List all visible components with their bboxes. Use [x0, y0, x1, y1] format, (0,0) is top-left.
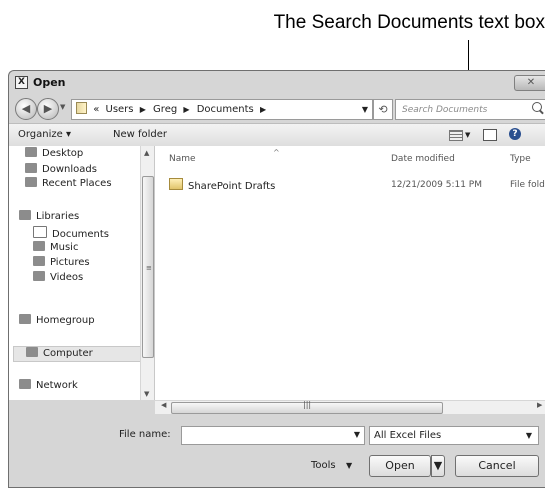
breadcrumb-users[interactable]: Users [106, 100, 134, 119]
new-folder-button[interactable]: New folder [113, 124, 167, 146]
network-icon [19, 379, 31, 389]
chevron-down-icon[interactable]: ▼ [354, 430, 360, 439]
preview-pane-icon[interactable] [483, 129, 497, 141]
music-icon [33, 241, 45, 251]
recent-places-icon [25, 177, 37, 187]
command-bar: Organize ▾ New folder ▼ ? [9, 123, 545, 147]
back-button[interactable]: ◀ [15, 98, 37, 120]
window-title: Open [33, 76, 66, 89]
downloads-icon [25, 163, 37, 173]
grip-icon: ≡ [146, 264, 152, 272]
refresh-button[interactable]: ⟲ [373, 99, 393, 120]
column-header-name[interactable]: Name [169, 154, 196, 164]
chevron-right-icon[interactable]: ▶ [140, 100, 146, 119]
search-input[interactable] [400, 102, 524, 118]
nav-item-downloads[interactable]: Downloads [25, 163, 97, 177]
nav-item-music[interactable]: Music [33, 241, 78, 255]
nav-item-libraries[interactable]: Libraries [19, 210, 79, 224]
desktop-icon [25, 147, 37, 157]
file-type-filter-value: All Excel Files [374, 430, 442, 441]
chevron-right-icon[interactable]: ▶ [183, 100, 189, 119]
breadcrumb-documents[interactable]: Documents [197, 100, 254, 119]
nav-item-pictures[interactable]: Pictures [33, 256, 90, 270]
help-icon[interactable]: ? [509, 128, 521, 140]
file-name-combobox[interactable]: ▼ [181, 426, 365, 448]
file-name-label: File name: [119, 429, 171, 440]
chevron-right-icon[interactable]: ▶ [260, 100, 266, 119]
forward-button[interactable]: ▶ [37, 98, 59, 120]
nav-pane-scrollbar[interactable]: ▲ ≡ ▼ [140, 146, 154, 400]
column-header-type[interactable]: Type [510, 154, 531, 164]
close-button[interactable]: ✕ [514, 75, 545, 91]
cancel-button[interactable]: Cancel [455, 455, 539, 477]
address-bar[interactable]: « Users ▶ Greg ▶ Documents ▶ ▼ [71, 99, 373, 120]
column-header-date-modified[interactable]: Date modified [391, 154, 455, 164]
file-name-input[interactable] [184, 431, 348, 448]
grip-icon: ||| [303, 400, 312, 409]
nav-item-videos[interactable]: Videos [33, 271, 83, 285]
folder-icon [76, 102, 87, 114]
pictures-icon [33, 256, 45, 266]
computer-icon [26, 347, 38, 357]
horizontal-scrollbar[interactable]: ◀ ||| ▶ [155, 400, 545, 414]
file-row[interactable]: SharePoint Drafts 12/21/2009 5:11 PM Fil… [169, 178, 545, 192]
file-type-filter-select[interactable]: All Excel Files ▼ [369, 426, 539, 445]
documents-icon [33, 226, 47, 238]
scroll-down-icon[interactable]: ▼ [144, 390, 149, 398]
folder-icon [169, 178, 183, 190]
file-type: File folder [510, 180, 545, 190]
scroll-up-icon[interactable]: ▲ [144, 149, 149, 157]
open-options-dropdown[interactable]: ▼ [431, 455, 445, 477]
search-box[interactable] [395, 99, 545, 120]
nav-item-computer[interactable]: Computer [13, 346, 155, 362]
view-dropdown-icon[interactable]: ▼ [465, 124, 470, 146]
scroll-left-icon[interactable]: ◀ [161, 401, 166, 409]
videos-icon [33, 271, 45, 281]
nav-item-network[interactable]: Network [19, 379, 78, 393]
excel-icon: X [15, 76, 28, 89]
title-bar: X Open ✕ [9, 71, 545, 95]
callout-label: The Search Documents text box [273, 12, 545, 33]
open-button[interactable]: Open [369, 455, 431, 477]
breadcrumb-greg[interactable]: Greg [153, 100, 177, 119]
nav-item-desktop[interactable]: Desktop [25, 147, 83, 161]
libraries-icon [19, 210, 31, 220]
search-icon[interactable] [532, 102, 542, 112]
recent-locations-dropdown-icon[interactable]: ▼ [60, 103, 65, 111]
sort-caret-icon: ^ [273, 148, 280, 157]
navigation-pane: Desktop Downloads Recent Places Librarie… [9, 146, 155, 400]
chevron-down-icon[interactable]: ▼ [362, 100, 368, 119]
file-name: SharePoint Drafts [188, 181, 276, 192]
file-date: 12/21/2009 5:11 PM [391, 180, 482, 190]
breadcrumb-overflow[interactable]: « [93, 100, 99, 119]
tools-dropdown-icon[interactable]: ▼ [346, 461, 352, 470]
open-dialog: X Open ✕ ◀ ▶ ▼ « Users ▶ Greg ▶ Document… [8, 70, 545, 488]
change-view-icon[interactable] [449, 130, 463, 141]
chevron-down-icon[interactable]: ▼ [526, 427, 532, 444]
nav-item-recent-places[interactable]: Recent Places [25, 177, 112, 191]
file-list-pane: ^ Name Date modified Type SharePoint Dra… [155, 146, 545, 400]
organize-button[interactable]: Organize ▾ [18, 124, 71, 146]
nav-item-documents[interactable]: Documents [33, 226, 109, 240]
nav-item-homegroup[interactable]: Homegroup [19, 314, 95, 328]
tools-button[interactable]: Tools [311, 460, 336, 471]
homegroup-icon [19, 314, 31, 324]
scroll-right-icon[interactable]: ▶ [537, 401, 542, 409]
